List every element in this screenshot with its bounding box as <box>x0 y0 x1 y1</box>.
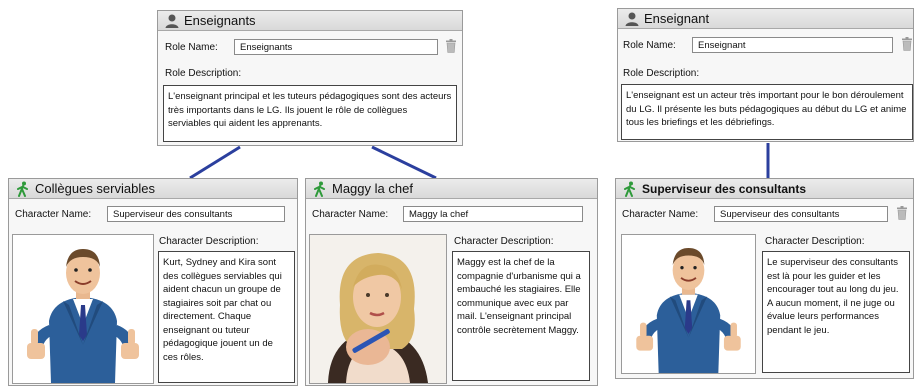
walking-figure-icon <box>314 181 325 197</box>
connector-enseignants-maggy <box>371 145 437 180</box>
character-desc-label: Character Description: <box>765 236 865 247</box>
trash-icon[interactable] <box>901 37 913 51</box>
character-header: Maggy la chef <box>306 179 597 199</box>
trash-icon[interactable] <box>896 206 908 220</box>
character-name-field[interactable]: Superviseur des consultants <box>107 206 285 222</box>
character-avatar <box>12 234 154 384</box>
role-desc-label: Role Description: <box>623 68 700 79</box>
role-desc-text[interactable]: L'enseignant est un acteur très importan… <box>621 84 913 140</box>
role-name-field[interactable]: Enseignants <box>234 39 438 55</box>
character-title: Superviseur des consultants <box>642 182 807 196</box>
person-icon <box>165 14 179 28</box>
character-title: Collègues serviables <box>35 181 155 196</box>
character-desc-text[interactable]: Maggy est la chef de la compagnie d'urba… <box>452 251 590 381</box>
character-title: Maggy la chef <box>332 181 413 196</box>
character-panel-collegues: Collègues serviables Character Name: Sup… <box>8 178 298 386</box>
role-name-label: Role Name: <box>623 40 676 51</box>
trash-icon[interactable] <box>445 39 457 53</box>
walking-figure-icon <box>17 181 28 197</box>
character-header: Superviseur des consultants <box>616 179 913 199</box>
character-name-field[interactable]: Superviseur des consultants <box>714 206 888 222</box>
character-panel-superviseur: Superviseur des consultants Character Na… <box>615 178 914 379</box>
role-name-field[interactable]: Enseignant <box>692 37 893 53</box>
character-header: Collègues serviables <box>9 179 297 199</box>
role-name-label: Role Name: <box>165 42 218 53</box>
businessman-thumbs-up-illustration <box>27 249 139 383</box>
woman-pointing-photo <box>310 235 446 383</box>
role-header: Enseignants <box>158 11 462 31</box>
character-desc-label: Character Description: <box>454 236 554 247</box>
person-icon <box>625 12 639 26</box>
role-panel-enseignants: Enseignants Role Name: Enseignants Role … <box>157 10 463 146</box>
role-panel-enseignant: Enseignant Role Name: Enseignant Role De… <box>617 8 914 142</box>
character-desc-text[interactable]: Kurt, Sydney and Kira sont des collègues… <box>158 251 295 383</box>
character-avatar <box>309 234 447 384</box>
role-desc-label: Role Description: <box>165 68 242 79</box>
character-desc-label: Character Description: <box>159 236 259 247</box>
role-title: Enseignants <box>184 13 256 28</box>
character-avatar <box>621 234 756 374</box>
character-name-field[interactable]: Maggy la chef <box>403 206 583 222</box>
role-header: Enseignant <box>618 9 913 29</box>
character-name-label: Character Name: <box>622 209 699 220</box>
connector-enseignants-collegues <box>189 145 241 180</box>
businessman-thumbs-up-illustration <box>636 248 741 373</box>
character-name-label: Character Name: <box>15 209 92 220</box>
role-desc-text[interactable]: L'enseignant principal et les tuteurs pé… <box>163 85 457 142</box>
character-panel-maggy: Maggy la chef Character Name: Maggy la c… <box>305 178 598 386</box>
role-title: Enseignant <box>644 11 710 26</box>
walking-figure-icon <box>624 181 635 197</box>
character-name-label: Character Name: <box>312 209 389 220</box>
character-desc-text[interactable]: Le superviseur des consultants est là po… <box>762 251 910 373</box>
